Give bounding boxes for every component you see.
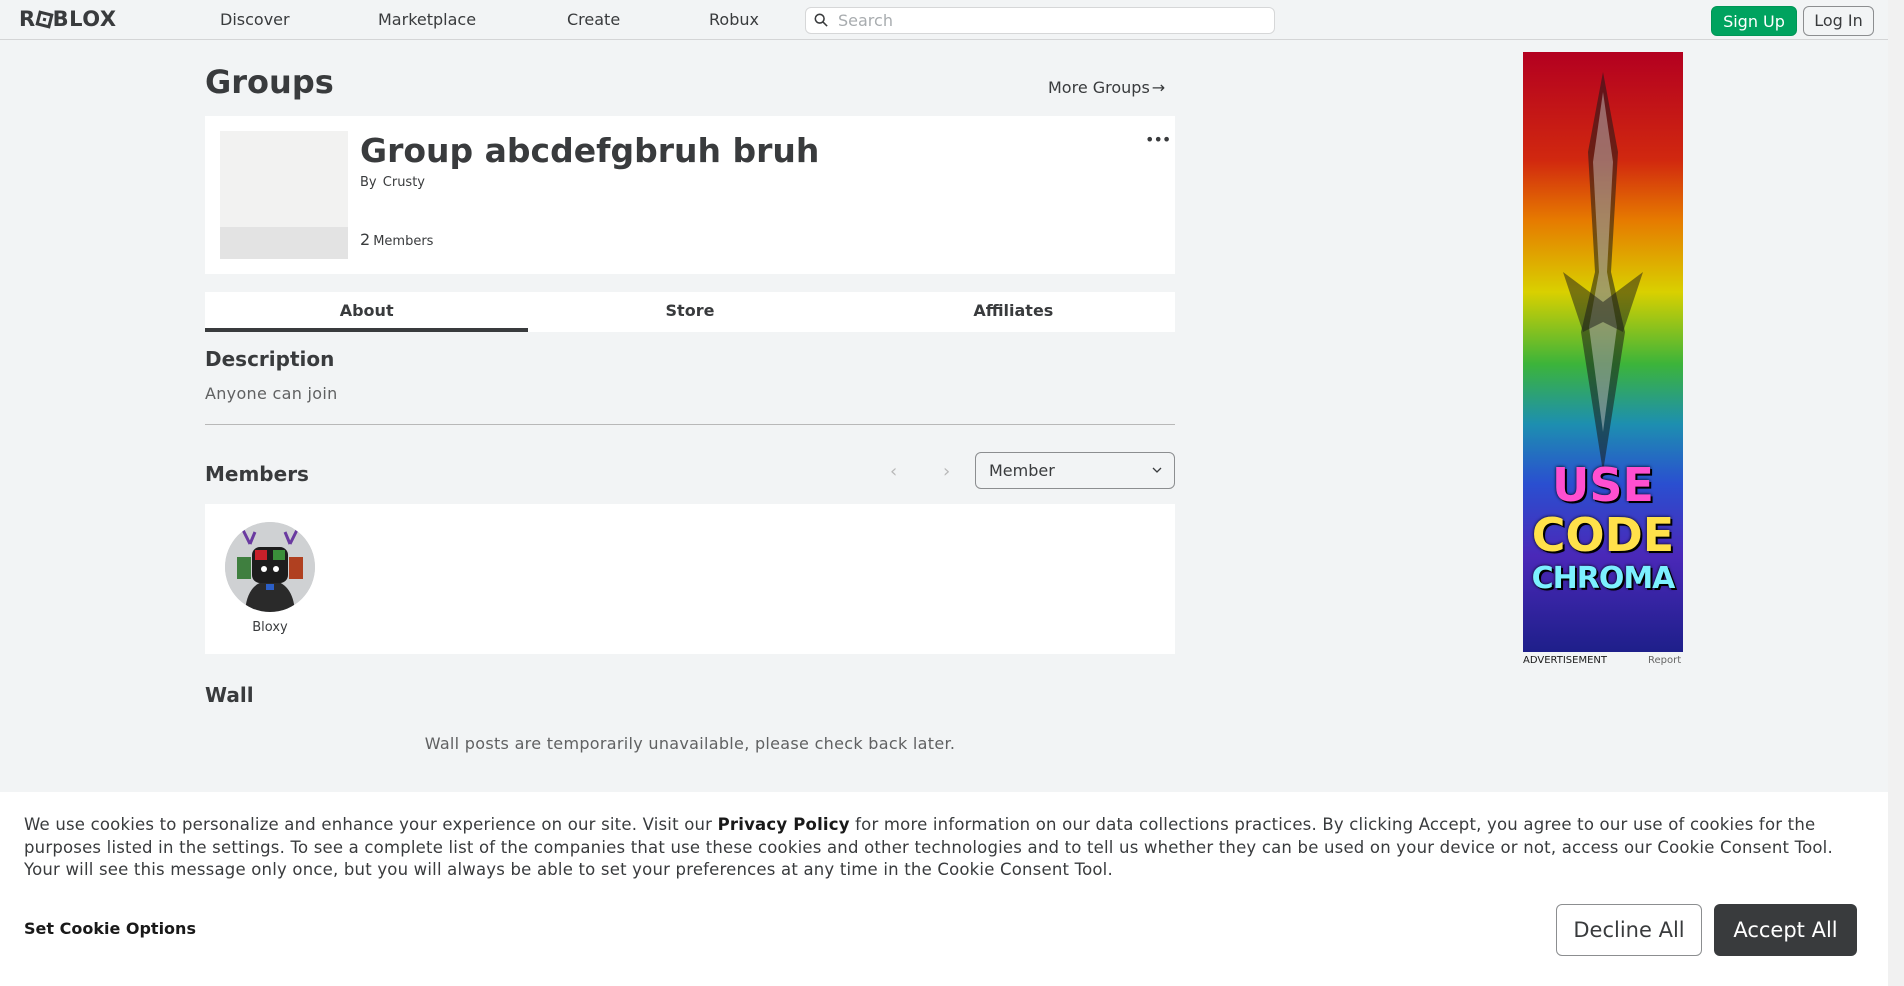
member-card[interactable]: Bloxy xyxy=(225,522,315,635)
wall-heading: Wall xyxy=(205,683,254,707)
roblox-logo[interactable]: R BLOX xyxy=(19,7,117,31)
more-options-icon[interactable]: ••• xyxy=(1145,130,1171,149)
logo-letter-r: R xyxy=(19,7,36,31)
member-avatar[interactable] xyxy=(225,522,315,612)
by-label: By xyxy=(360,175,377,190)
description-heading: Description xyxy=(205,347,335,371)
tab-about[interactable]: About xyxy=(205,292,529,332)
nav-link-marketplace[interactable]: Marketplace xyxy=(378,10,476,29)
group-header-card: Group abcdefgbruh bruh By Crusty 2 Member… xyxy=(205,116,1175,274)
cookie-consent-text: We use cookies to personalize and enhanc… xyxy=(24,814,1874,882)
group-owner-link[interactable]: Crusty xyxy=(383,175,425,190)
advertisement-label: ADVERTISEMENT xyxy=(1523,655,1608,666)
group-emblem-footer xyxy=(220,227,348,259)
decline-all-button[interactable]: Decline All xyxy=(1556,904,1702,956)
member-count: 2 Members xyxy=(360,230,433,249)
arrow-right-icon: → xyxy=(1151,78,1166,97)
group-emblem-image xyxy=(220,131,348,259)
set-cookie-options-link[interactable]: Set Cookie Options xyxy=(24,919,196,938)
group-name: Group abcdefgbruh bruh xyxy=(360,131,820,170)
member-name[interactable]: Bloxy xyxy=(225,620,315,635)
ad-art-text-line-1: USE xyxy=(1552,458,1654,512)
sword-art-icon xyxy=(1563,72,1643,472)
previous-page-icon[interactable]: ‹ xyxy=(890,461,897,482)
logo-o-shape xyxy=(35,10,54,29)
nav-link-discover[interactable]: Discover xyxy=(220,10,290,29)
members-heading: Members xyxy=(205,462,309,486)
search-box xyxy=(805,7,1275,34)
report-ad-link[interactable]: Report xyxy=(1648,655,1681,666)
ad-art-text-line-3: CHROMA xyxy=(1531,561,1676,596)
search-input[interactable] xyxy=(838,10,1258,31)
wall-unavailable-message: Wall posts are temporarily unavailable, … xyxy=(424,734,956,753)
nav-link-create[interactable]: Create xyxy=(567,10,620,29)
more-groups-link[interactable]: More Groups → xyxy=(1048,78,1165,97)
log-in-button[interactable]: Log In xyxy=(1803,6,1874,36)
more-groups-label: More Groups xyxy=(1048,78,1150,97)
search-icon xyxy=(814,13,828,27)
next-page-icon[interactable]: › xyxy=(943,461,950,482)
ad-art-text-line-2: CODE xyxy=(1531,508,1675,562)
page-scrollbar[interactable] xyxy=(1888,0,1904,986)
accept-all-button[interactable]: Accept All xyxy=(1714,904,1857,956)
section-divider xyxy=(205,424,1175,425)
group-owner-line: By Crusty xyxy=(360,175,425,190)
logo-letters: BLOX xyxy=(52,7,117,31)
members-list: Bloxy xyxy=(205,504,1175,654)
nav-link-robux[interactable]: Robux xyxy=(709,10,759,29)
top-navigation-bar: R BLOX Discover Marketplace Create Robux … xyxy=(0,0,1904,40)
ad-art-text: USE CODE CHROMA xyxy=(1523,462,1683,594)
cookie-consent-banner: We use cookies to personalize and enhanc… xyxy=(0,792,1888,986)
cookie-text-part-1: We use cookies to personalize and enhanc… xyxy=(24,815,718,834)
avatar-headshot-icon xyxy=(225,522,315,612)
tab-affiliates[interactable]: Affiliates xyxy=(852,292,1175,332)
chevron-down-icon xyxy=(1152,467,1162,473)
role-select-dropdown[interactable]: Member xyxy=(975,452,1175,489)
advertisement-banner[interactable]: USE CODE CHROMA xyxy=(1523,52,1683,652)
member-count-value: 2 xyxy=(360,230,371,249)
description-text: Anyone can join xyxy=(205,384,338,403)
privacy-policy-link[interactable]: Privacy Policy xyxy=(718,815,850,834)
group-tabs: About Store Affiliates xyxy=(205,292,1175,332)
sign-up-button[interactable]: Sign Up xyxy=(1711,6,1797,36)
member-count-label: Members xyxy=(373,234,434,249)
tab-store[interactable]: Store xyxy=(528,292,851,332)
page-title: Groups xyxy=(205,63,334,101)
role-select-value: Member xyxy=(989,461,1055,480)
